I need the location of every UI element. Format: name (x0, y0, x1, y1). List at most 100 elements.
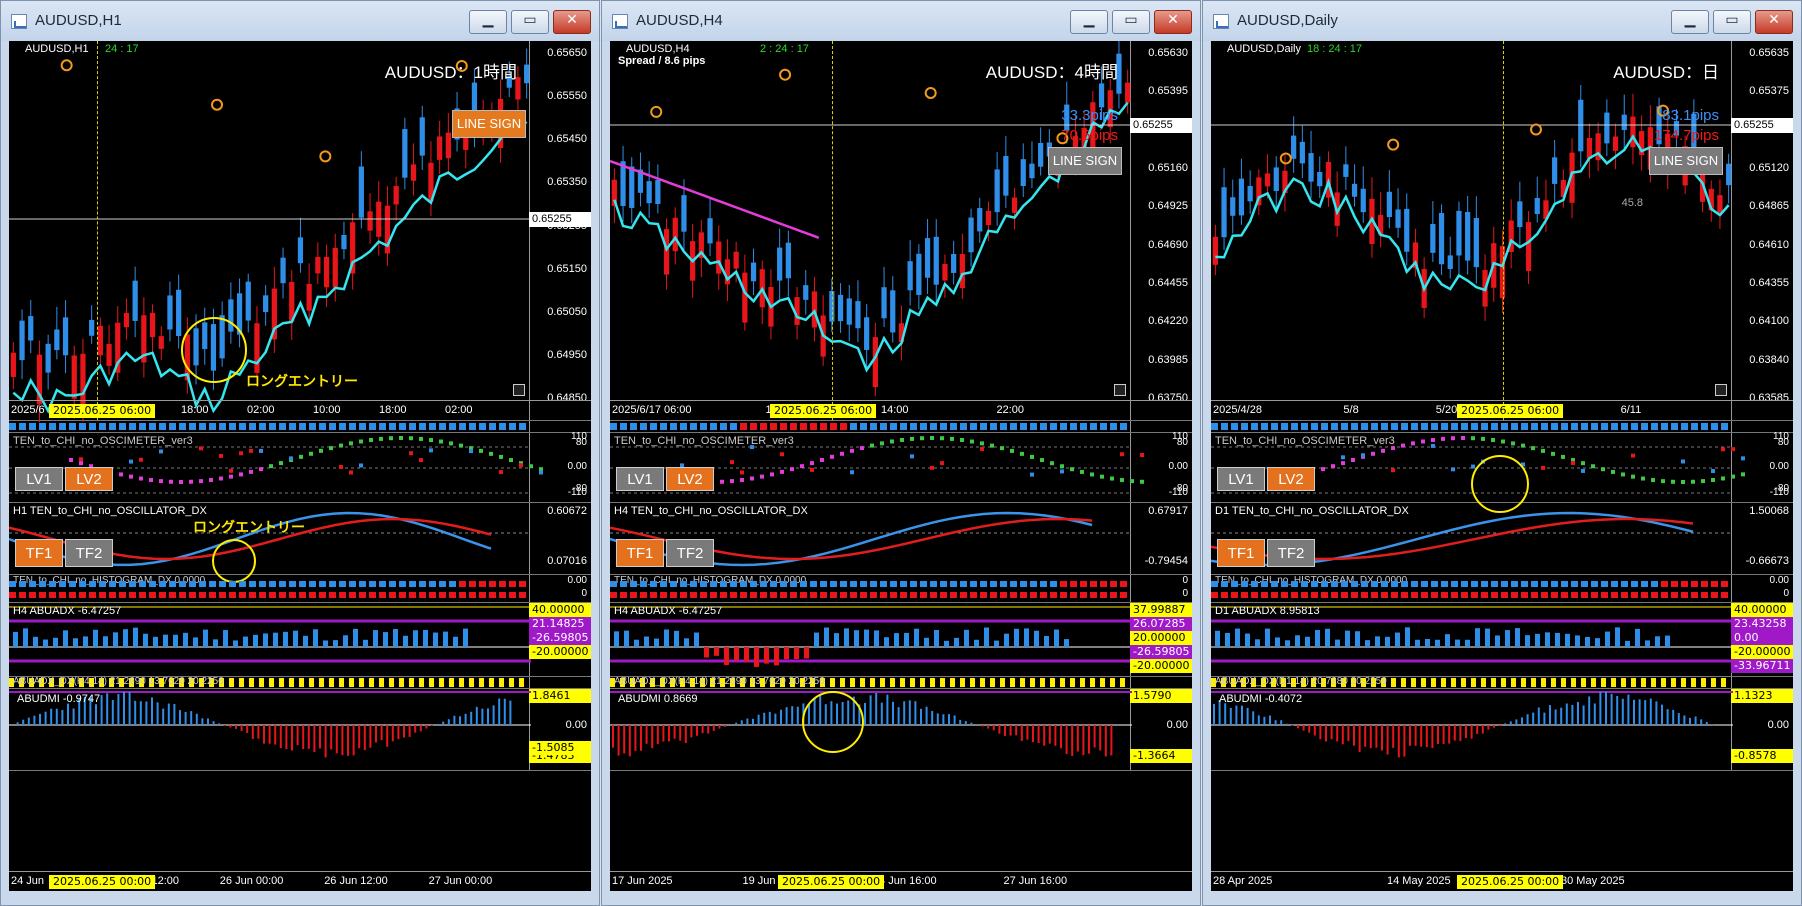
price-scale[interactable]: 00 (1130, 575, 1192, 602)
osc-dot (319, 448, 323, 453)
histogram-cell (930, 581, 937, 587)
tf1-button[interactable]: TF1 (1217, 539, 1265, 567)
chart-window-daily[interactable]: AUDUSD,Daily▁▭✕0.656350.653750.652550.65… (1202, 0, 1802, 906)
dmi-bar (1397, 725, 1400, 758)
price-scale[interactable]: 0.00 0 (529, 575, 591, 602)
histogram-cell (1451, 581, 1458, 587)
histogram-cell (970, 592, 977, 598)
crosshair-icon[interactable] (1715, 384, 1727, 396)
signal-marker (1530, 123, 1543, 136)
price-scale[interactable]: 110 80 0.00 -80 -110 (1731, 431, 1793, 502)
adxdx-cell (1100, 678, 1105, 687)
tf2-button[interactable]: TF2 (65, 539, 113, 567)
maximize-icon: ▭ (1124, 12, 1138, 28)
minimize-button[interactable]: ▁ (469, 10, 507, 34)
chart-window-h1[interactable]: AUDUSD,H1 ▁ ▭ ✕ 0.65650 0.65550 0.65450 0.65350… (0, 0, 600, 906)
price-scale[interactable]: 1.50068 -0.66673 (1731, 503, 1793, 574)
chart-area[interactable]: 0.65630 0.65395 0.65255 0.65160 0.64925 0.646… (610, 41, 1192, 891)
histogram-cell (339, 581, 346, 587)
close-button[interactable]: ✕ (1154, 10, 1192, 34)
lv1-button[interactable]: LV1 (15, 467, 63, 491)
chart-area[interactable]: 0.65635 0.65375 0.65255 0.65120 0.64865 0.646… (1211, 41, 1793, 891)
histogram-cell (990, 592, 997, 598)
price-scale[interactable]: 0.00 0 (1731, 575, 1793, 602)
price-scale[interactable] (1731, 677, 1793, 688)
bottom-time-label: 24 Jun (11, 875, 45, 887)
tf2-button[interactable]: TF2 (666, 539, 714, 567)
adx-bar (844, 628, 849, 647)
bull-candle (933, 236, 939, 285)
dmi-bar (1649, 698, 1652, 725)
maximize-button[interactable]: ▭ (1713, 10, 1751, 34)
price-scale[interactable]: 110 80 0.00 -80 -110 (529, 431, 591, 502)
crosshair-icon[interactable] (1114, 384, 1126, 396)
price-scale[interactable]: 110 80 0.00 -80 -110 (1130, 431, 1192, 502)
bear-candle (811, 291, 818, 328)
price-scale[interactable]: 1.5790 0.00 -1.3664 (1130, 689, 1192, 770)
bull-candle (881, 287, 887, 319)
dmi-bar (431, 725, 433, 726)
strip-cell (650, 423, 657, 430)
tf1-button[interactable]: TF1 (15, 539, 63, 567)
price-scale[interactable] (1130, 677, 1192, 688)
tf1-button[interactable]: TF1 (616, 539, 664, 567)
dmi-bar (735, 722, 738, 725)
lv1-button[interactable]: LV1 (616, 467, 664, 491)
lv2-button[interactable]: LV2 (65, 467, 113, 491)
chart-window-h4[interactable]: AUDUSD,H4 ▁ ▭ ✕ 0.65630 0.65395 0.65255 0.65160… (601, 0, 1201, 906)
price-scale[interactable]: 1.8461 0.00 -1.4783 -1.5085 (529, 689, 591, 770)
line-sign-button[interactable]: LINE SIGN (452, 110, 526, 138)
minimize-button[interactable]: ▁ (1671, 10, 1709, 34)
close-button[interactable]: ✕ (1755, 10, 1793, 34)
strip-cell (99, 423, 106, 430)
maximize-button[interactable]: ▭ (1112, 10, 1150, 34)
minimize-button[interactable]: ▁ (1070, 10, 1108, 34)
price-scale[interactable]: 0.65630 0.65395 0.65255 0.65160 0.64925 0.646… (1130, 41, 1192, 420)
lv2-button[interactable]: LV2 (1267, 467, 1315, 491)
price-scale[interactable]: 0.67917 -0.79454 (1130, 503, 1192, 574)
dmi-bar (1224, 703, 1227, 725)
histogram-cell (1120, 581, 1127, 587)
adxdx-cell (469, 678, 474, 687)
line-sign-button[interactable]: LINE SIGN (1649, 147, 1723, 175)
maximize-button[interactable]: ▭ (511, 10, 549, 34)
dmi-bar (263, 725, 265, 744)
price-scale[interactable]: 0.65635 0.65375 0.65255 0.65120 0.64865 0.646… (1731, 41, 1793, 420)
adx-value-tag: 21.14825 (529, 617, 591, 631)
histogram-cell (1441, 592, 1448, 598)
histogram-cell (429, 592, 436, 598)
osc-dot (189, 479, 193, 484)
hist-tick: 0.00 (567, 575, 587, 586)
chart-area[interactable]: 0.65650 0.65550 0.65450 0.65350 0.65255 0.651… (9, 41, 591, 891)
osc-dot (1501, 439, 1505, 444)
histogram-cell (1341, 592, 1348, 598)
dmi-bar (936, 713, 939, 725)
tf2-button[interactable]: TF2 (1267, 539, 1315, 567)
dmi-bar (16, 722, 19, 725)
histogram-cell (269, 592, 276, 598)
price-scale[interactable]: 1.1323 0.00 -0.8578 (1731, 689, 1793, 770)
lv1-button[interactable]: LV1 (1217, 467, 1265, 491)
crosshair-icon[interactable] (513, 384, 525, 396)
adx-bar (634, 639, 639, 647)
bull-candle (1308, 153, 1314, 182)
close-button[interactable]: ✕ (553, 10, 591, 34)
dmi-bar (908, 700, 911, 725)
histogram-cell (1361, 592, 1368, 598)
osc-dot (159, 479, 163, 484)
dmi-bar (33, 715, 36, 725)
price-scale[interactable] (529, 677, 591, 688)
lv2-button[interactable]: LV2 (666, 467, 714, 491)
line-sign-button[interactable]: LINE SIGN (1048, 147, 1122, 175)
histogram-cell (1651, 581, 1658, 587)
histogram-cell (499, 592, 506, 598)
dmi-bar (1666, 709, 1669, 725)
dmi-bar (1644, 700, 1647, 725)
adx-bar (123, 629, 128, 647)
dmi-bar (139, 701, 142, 725)
price-scale[interactable]: 0.60672 0.07016 (529, 503, 591, 574)
adx-value-tag: -20.00000 (1731, 645, 1793, 659)
adxdx-cell (850, 678, 855, 687)
price-scale[interactable]: 0.65650 0.65550 0.65450 0.65350 0.65255 0.651… (529, 41, 591, 420)
dmi-bar (1285, 723, 1288, 725)
